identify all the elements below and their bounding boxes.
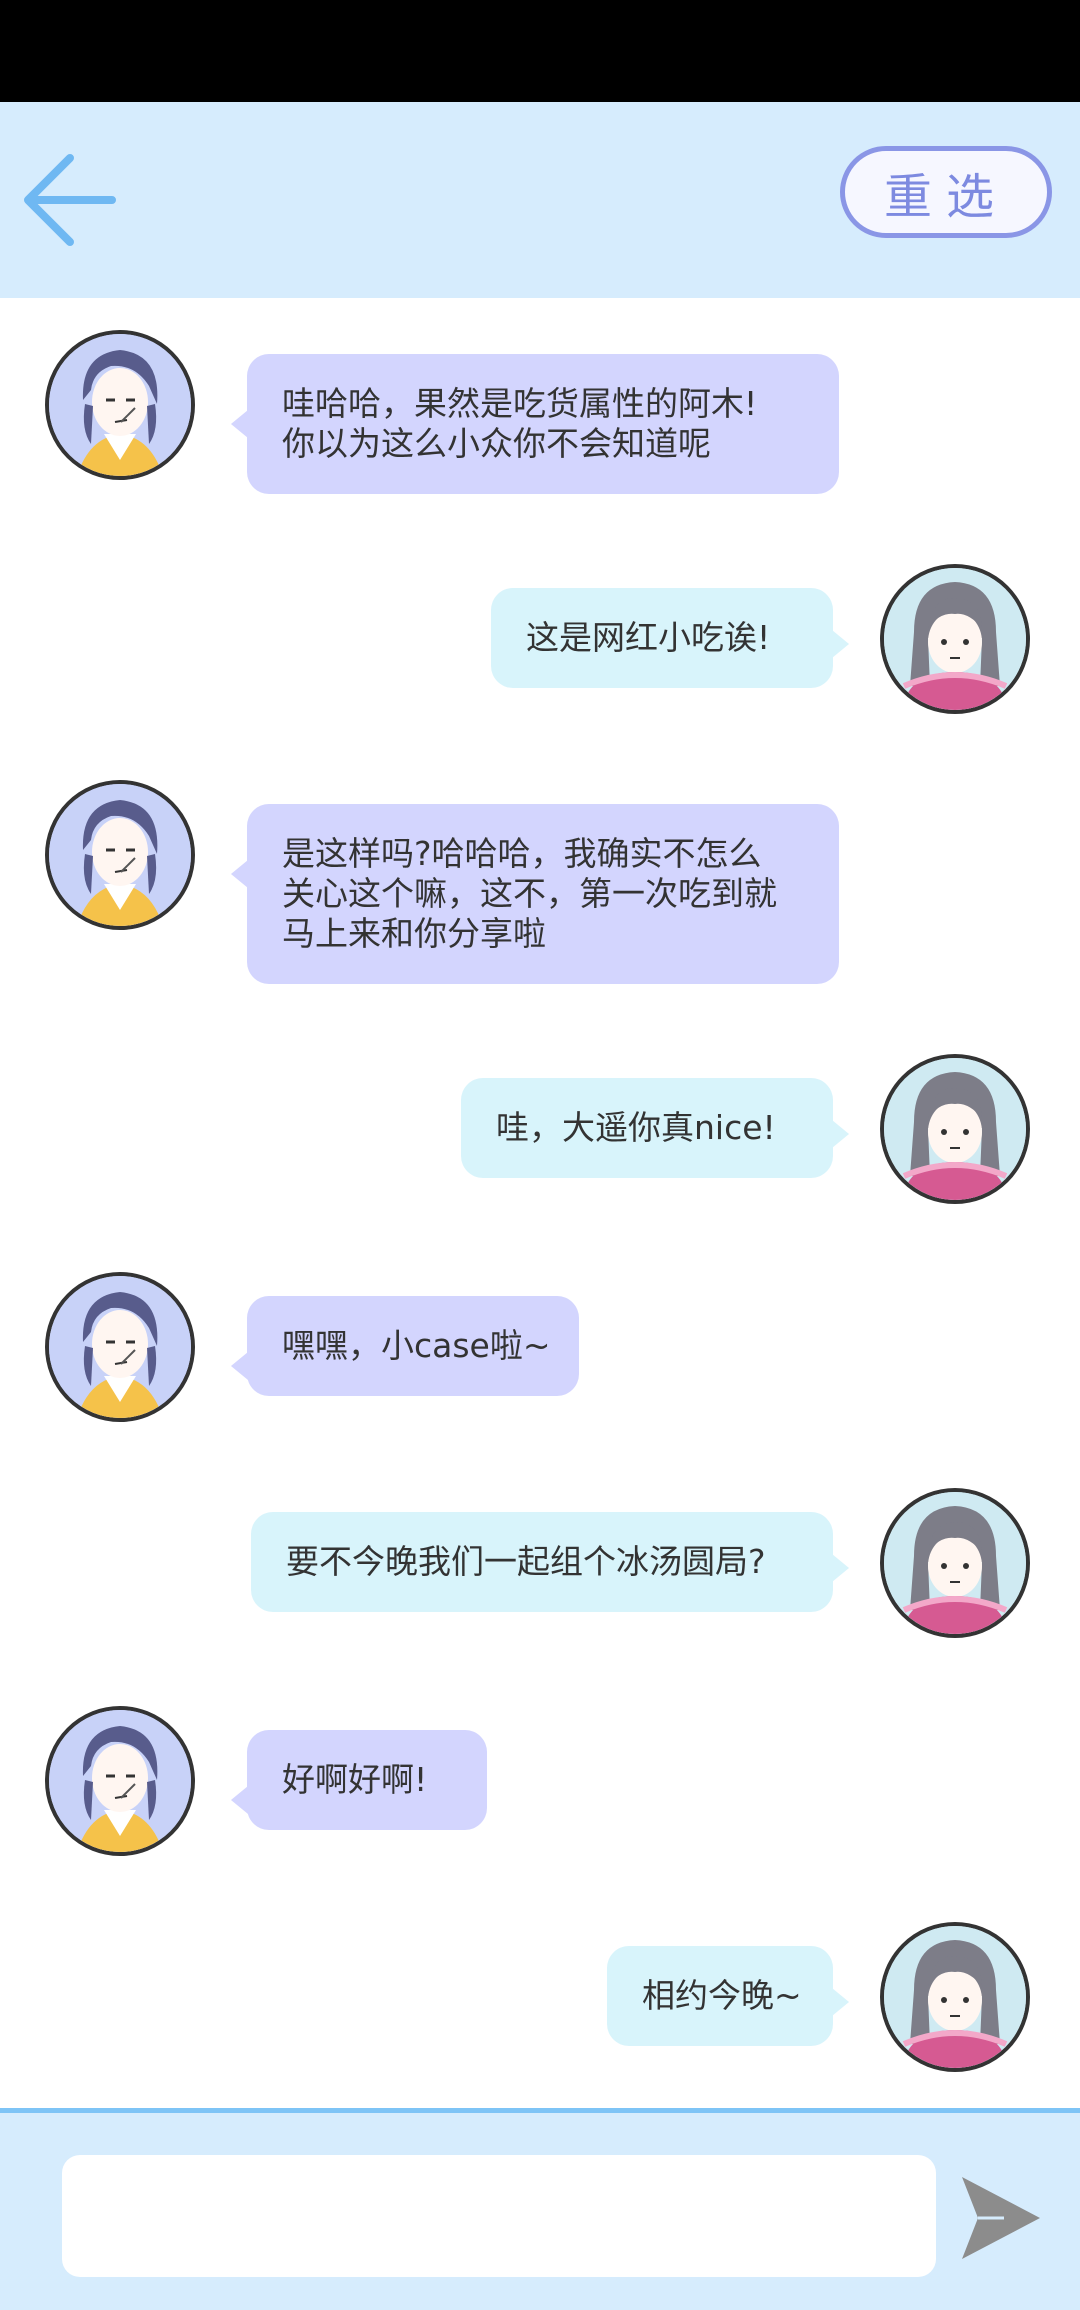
status-bar bbox=[0, 0, 1080, 102]
male-avatar bbox=[45, 330, 195, 480]
message-line: 关心这个嘛，这不，第一次吃到就 bbox=[282, 874, 777, 913]
message-bubble: 要不今晚我们一起组个冰汤圆局? bbox=[251, 1512, 849, 1612]
message-line: 要不今晚我们一起组个冰汤圆局? bbox=[286, 1542, 766, 1581]
message-line: 相约今晚~ bbox=[642, 1976, 802, 2015]
message-row: 这是网红小吃诶! bbox=[0, 564, 1080, 716]
input-bar bbox=[0, 2108, 1080, 2310]
message-bubble: 哇，大遥你真nice! bbox=[461, 1078, 849, 1178]
message-bubble: 相约今晚~ bbox=[607, 1946, 849, 2046]
message-bubble: 是这样吗?哈哈哈，我确实不怎么 关心这个嘛，这不，第一次吃到就 马上来和你分享啦 bbox=[231, 804, 839, 984]
message-line: 嘿嘿，小case啦~ bbox=[282, 1326, 551, 1365]
back-button[interactable] bbox=[20, 150, 120, 250]
message-row: 好啊好啊! bbox=[0, 1706, 1080, 1858]
message-bubble: 好啊好啊! bbox=[231, 1730, 487, 1830]
message-row: 要不今晚我们一起组个冰汤圆局? bbox=[0, 1488, 1080, 1640]
arrow-left-icon bbox=[24, 154, 116, 246]
message-bubble: 哇哈哈，果然是吃货属性的阿木! 你以为这么小众你不会知道呢 bbox=[231, 354, 839, 494]
send-button[interactable] bbox=[960, 2173, 1042, 2263]
message-line: 好啊好啊! bbox=[282, 1760, 428, 1799]
female-avatar bbox=[880, 1488, 1030, 1638]
message-row: 相约今晚~ bbox=[0, 1922, 1080, 2074]
message-row: 哇，大遥你真nice! bbox=[0, 1054, 1080, 1206]
message-bubble: 这是网红小吃诶! bbox=[491, 588, 849, 688]
message-line: 是这样吗?哈哈哈，我确实不怎么 bbox=[282, 834, 762, 873]
message-line: 你以为这么小众你不会知道呢 bbox=[282, 424, 711, 463]
female-avatar bbox=[880, 1054, 1030, 1204]
message-row: 嘿嘿，小case啦~ bbox=[0, 1272, 1080, 1424]
message-row: 是这样吗?哈哈哈，我确实不怎么 关心这个嘛，这不，第一次吃到就 马上来和你分享啦 bbox=[0, 780, 1080, 984]
message-bubble: 嘿嘿，小case啦~ bbox=[231, 1296, 579, 1396]
male-avatar bbox=[45, 1706, 195, 1856]
send-arrow-icon bbox=[962, 2177, 1040, 2259]
female-avatar bbox=[880, 1922, 1030, 2072]
reselect-button[interactable]: 重选 bbox=[840, 146, 1052, 238]
message-line: 这是网红小吃诶! bbox=[526, 618, 771, 657]
message-row: 哇哈哈，果然是吃货属性的阿木! 你以为这么小众你不会知道呢 bbox=[0, 330, 1080, 494]
top-bar: 重选 bbox=[0, 102, 1080, 298]
message-line: 哇，大遥你真nice! bbox=[496, 1108, 776, 1147]
male-avatar bbox=[45, 780, 195, 930]
message-input[interactable] bbox=[62, 2155, 936, 2277]
female-avatar bbox=[880, 564, 1030, 714]
chat-area: 哇哈哈，果然是吃货属性的阿木! 你以为这么小众你不会知道呢 这是网红小吃诶! 是… bbox=[0, 298, 1080, 2108]
message-line: 哇哈哈，果然是吃货属性的阿木! bbox=[282, 384, 758, 423]
message-line: 马上来和你分享啦 bbox=[282, 914, 546, 953]
male-avatar bbox=[45, 1272, 195, 1422]
